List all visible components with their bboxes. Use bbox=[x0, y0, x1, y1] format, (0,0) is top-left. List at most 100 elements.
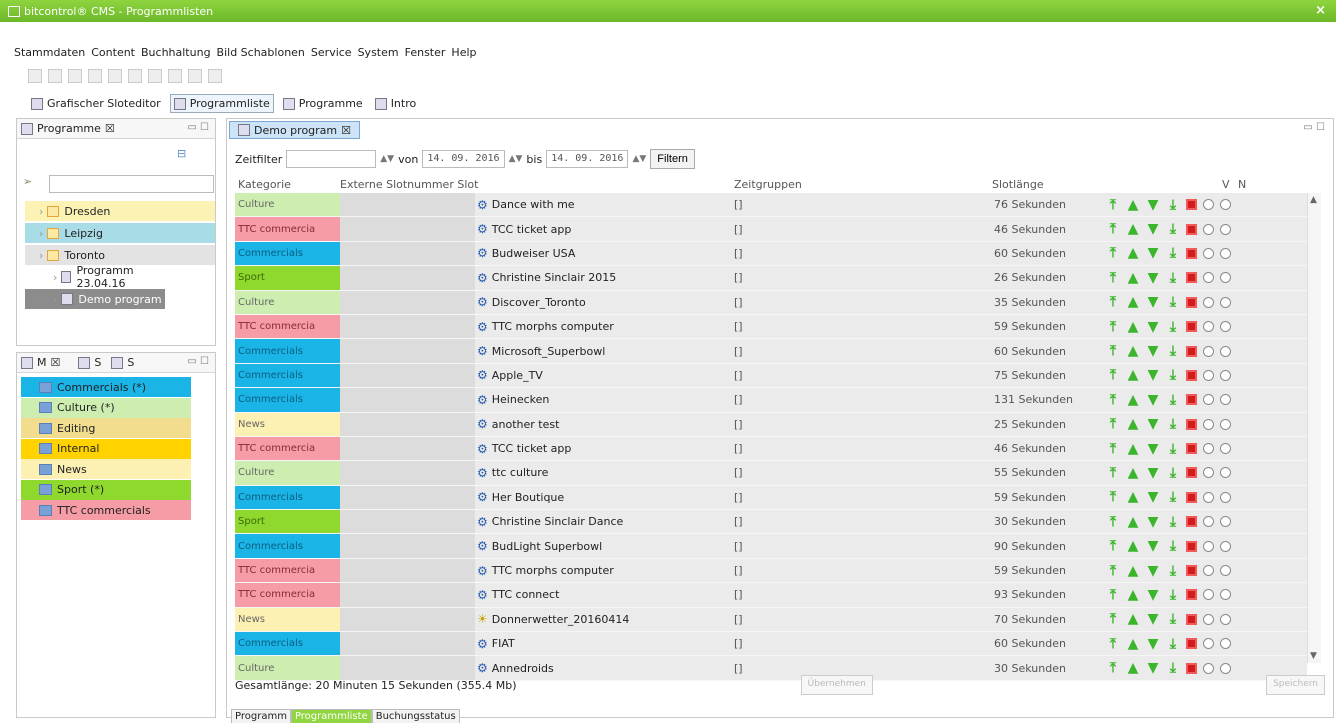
radio-n[interactable] bbox=[1220, 467, 1231, 479]
external-slot-cell[interactable] bbox=[340, 193, 475, 217]
table-row[interactable]: Culture ⚙ Discover_Toronto [] 35 Sekunden ⤒ ▲ ▼… bbox=[235, 290, 1307, 315]
layout-icon[interactable] bbox=[48, 69, 62, 83]
table-row[interactable]: Commercials ⚙ Budweiser USA [] 60 Sekunden ⤒ ▲… bbox=[235, 241, 1307, 267]
move-up-icon[interactable]: ▲ bbox=[1126, 563, 1140, 579]
move-bottom-icon[interactable]: ⤓ bbox=[1166, 660, 1180, 676]
move-up-icon[interactable]: ▲ bbox=[1126, 587, 1140, 603]
move-top-icon[interactable]: ⤒ bbox=[1106, 367, 1120, 383]
radio-v[interactable] bbox=[1203, 638, 1214, 650]
external-slot-cell[interactable] bbox=[340, 607, 475, 632]
radio-v[interactable] bbox=[1203, 369, 1214, 381]
radio-n[interactable] bbox=[1220, 443, 1231, 455]
move-up-icon[interactable]: ▲ bbox=[1126, 465, 1140, 481]
move-top-icon[interactable]: ⤒ bbox=[1106, 636, 1120, 652]
table-row[interactable]: Commercials ⚙ Her Boutique [] 59 Sekunden ⤒ ▲ ▼… bbox=[235, 485, 1307, 511]
tree-item[interactable]: › Leipzig bbox=[25, 223, 215, 243]
move-up-icon[interactable]: ▲ bbox=[1126, 441, 1140, 457]
radio-v[interactable] bbox=[1203, 589, 1214, 601]
move-top-icon[interactable]: ⤒ bbox=[1106, 489, 1120, 505]
perspective-sloteditor[interactable]: Grafischer Sloteditor bbox=[28, 95, 164, 112]
move-up-icon[interactable]: ▲ bbox=[1126, 611, 1140, 627]
move-down-icon[interactable]: ▼ bbox=[1146, 319, 1160, 335]
external-slot-cell[interactable] bbox=[340, 632, 475, 656]
delete-icon[interactable] bbox=[1186, 394, 1197, 406]
delete-icon[interactable] bbox=[1186, 199, 1197, 211]
move-up-icon[interactable]: ▲ bbox=[1126, 514, 1140, 530]
move-top-icon[interactable]: ⤒ bbox=[1106, 465, 1120, 481]
menu-service[interactable]: Service bbox=[311, 46, 352, 59]
radio-v[interactable] bbox=[1203, 199, 1214, 211]
table-row[interactable]: Culture ⚙ Dance with me [] 76 Sekunden ⤒ ▲ ▼ ⤓ bbox=[235, 193, 1307, 218]
delete-icon[interactable] bbox=[1186, 613, 1197, 625]
move-top-icon[interactable]: ⤒ bbox=[1106, 538, 1120, 554]
close-tab-icon[interactable]: ☒ bbox=[105, 122, 115, 135]
tree-item[interactable]: › Programm 23.04.16 bbox=[25, 264, 165, 290]
radio-n[interactable] bbox=[1220, 296, 1231, 308]
table-row[interactable]: Culture ⚙ ttc culture [] 55 Sekunden ⤒ ▲ ▼ ⤓ bbox=[235, 461, 1307, 486]
table-row[interactable]: TTC commercia ⚙ TTC connect [] 93 Sekunden ⤒ ▲… bbox=[235, 583, 1307, 608]
category-item[interactable]: Sport (*) bbox=[21, 479, 191, 500]
move-up-icon[interactable]: ▲ bbox=[1126, 294, 1140, 310]
delete-icon[interactable] bbox=[1186, 443, 1197, 455]
move-down-icon[interactable]: ▼ bbox=[1146, 587, 1160, 603]
delete-icon[interactable] bbox=[1186, 272, 1197, 284]
move-bottom-icon[interactable]: ⤓ bbox=[1166, 611, 1180, 627]
delete-icon[interactable] bbox=[1186, 321, 1197, 333]
filter-button[interactable]: Filtern bbox=[650, 149, 695, 169]
tab-programm[interactable]: Programm bbox=[231, 709, 291, 723]
radio-v[interactable] bbox=[1203, 272, 1214, 284]
move-up-icon[interactable]: ▲ bbox=[1126, 319, 1140, 335]
radio-n[interactable] bbox=[1220, 272, 1231, 284]
expand-icon[interactable]: › bbox=[39, 227, 43, 240]
table-row[interactable]: TTC commercia ⚙ TTC morphs computer [] 59 Se… bbox=[235, 314, 1307, 340]
external-slot-cell[interactable] bbox=[340, 534, 475, 558]
external-slot-cell[interactable] bbox=[340, 266, 475, 290]
external-slot-cell[interactable] bbox=[340, 217, 475, 241]
move-bottom-icon[interactable]: ⤓ bbox=[1166, 221, 1180, 237]
tree-item[interactable]: › Demo program bbox=[25, 289, 165, 309]
category-item[interactable]: Culture (*) bbox=[21, 397, 191, 418]
minimize-maximize-icon[interactable]: ▭ ☐ bbox=[187, 122, 209, 133]
move-down-icon[interactable]: ▼ bbox=[1146, 367, 1160, 383]
move-down-icon[interactable]: ▼ bbox=[1146, 343, 1160, 359]
move-down-icon[interactable]: ▼ bbox=[1146, 489, 1160, 505]
move-bottom-icon[interactable]: ⤓ bbox=[1166, 416, 1180, 432]
date-spinner-icon[interactable]: ▲▼ bbox=[509, 154, 523, 164]
move-bottom-icon[interactable]: ⤓ bbox=[1166, 563, 1180, 579]
radio-v[interactable] bbox=[1203, 516, 1214, 528]
search-input[interactable] bbox=[49, 175, 214, 193]
delete-icon[interactable] bbox=[1186, 638, 1197, 650]
move-top-icon[interactable]: ⤒ bbox=[1106, 441, 1120, 457]
move-bottom-icon[interactable]: ⤓ bbox=[1166, 197, 1180, 213]
menu-stammdaten[interactable]: Stammdaten bbox=[14, 46, 85, 59]
menu-help[interactable]: Help bbox=[451, 46, 476, 59]
table-row[interactable]: Commercials ⚙ Microsoft_Superbowl [] 60 Seku… bbox=[235, 339, 1307, 364]
move-bottom-icon[interactable]: ⤓ bbox=[1166, 538, 1180, 554]
move-up-icon[interactable]: ▲ bbox=[1126, 660, 1140, 676]
external-slot-cell[interactable] bbox=[340, 436, 475, 461]
von-date-input[interactable]: 14. 09. 2016 bbox=[422, 150, 505, 168]
move-bottom-icon[interactable]: ⤓ bbox=[1166, 514, 1180, 530]
expand-icon[interactable]: › bbox=[39, 205, 43, 218]
move-top-icon[interactable]: ⤒ bbox=[1106, 221, 1120, 237]
move-top-icon[interactable]: ⤒ bbox=[1106, 514, 1120, 530]
paste-icon[interactable] bbox=[148, 69, 162, 83]
move-icon[interactable] bbox=[188, 69, 202, 83]
table-row[interactable]: News ☀ Donnerwetter_20160414 [] 70 Sekunden ⤒… bbox=[235, 607, 1307, 633]
radio-n[interactable] bbox=[1220, 589, 1231, 601]
delete-icon[interactable] bbox=[1186, 247, 1197, 259]
move-down-icon[interactable]: ▼ bbox=[1146, 197, 1160, 213]
menu-content[interactable]: Content bbox=[91, 46, 135, 59]
radio-v[interactable] bbox=[1203, 613, 1214, 625]
external-slot-cell[interactable] bbox=[340, 558, 475, 583]
move-up-icon[interactable]: ▲ bbox=[1126, 392, 1140, 408]
scroll-down-icon[interactable]: ▼ bbox=[1310, 651, 1317, 661]
move-down-icon[interactable]: ▼ bbox=[1146, 416, 1160, 432]
filter-icon[interactable]: ➢ bbox=[23, 175, 32, 188]
move-down-icon[interactable]: ▼ bbox=[1146, 514, 1160, 530]
move-down-icon[interactable]: ▼ bbox=[1146, 611, 1160, 627]
move-down-icon[interactable]: ▼ bbox=[1146, 245, 1160, 261]
close-icon[interactable]: × bbox=[1315, 3, 1326, 18]
save-button[interactable]: Speichern bbox=[1266, 675, 1325, 695]
move-top-icon[interactable]: ⤒ bbox=[1106, 319, 1120, 335]
